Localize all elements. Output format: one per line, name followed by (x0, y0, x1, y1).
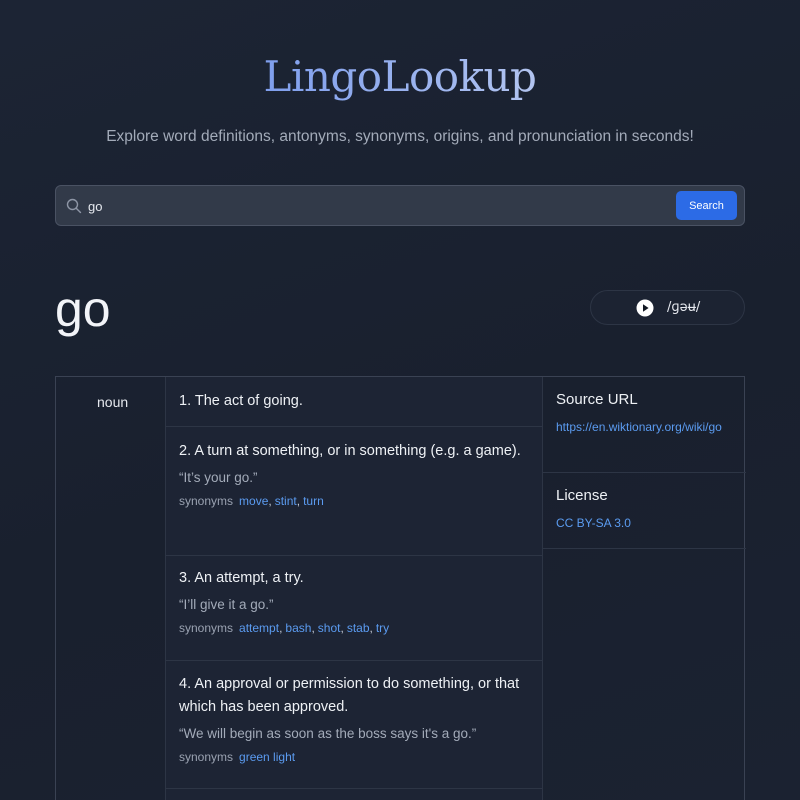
synonyms-label: synonyms (179, 494, 234, 508)
part-of-speech-label: noun (97, 394, 129, 410)
word-heading: go (55, 281, 111, 337)
synonyms-label: synonyms (179, 621, 234, 635)
search-bar: Search (55, 185, 745, 226)
part-of-speech-column: noun (56, 377, 166, 800)
definitions-column: 1. The act of going. 2. A turn at someth… (166, 377, 542, 800)
definition-item: 1. The act of going. (166, 377, 542, 427)
license-block: License CC BY-SA 3.0 (543, 473, 746, 549)
license-heading: License (556, 487, 608, 504)
definition-text: 2. A turn at something, or in something … (179, 443, 521, 459)
definition-item: 4. An approval or permission to do somet… (166, 661, 542, 789)
synonym-link[interactable]: stint (275, 494, 297, 508)
results-table: noun 1. The act of going. 2. A turn at s… (55, 376, 746, 800)
synonyms-row: synonyms move, stint, turn (179, 494, 324, 508)
synonym-link[interactable]: green light (239, 750, 295, 764)
sidebar: Source URL https://en.wiktionary.org/wik… (542, 377, 746, 800)
synonym-link[interactable]: try (376, 621, 389, 635)
search-input[interactable] (88, 194, 688, 218)
definition-example: “It’s your go.” (179, 470, 258, 485)
source-heading: Source URL (556, 391, 638, 408)
definition-example: “I’ll give it a go.” (179, 597, 274, 612)
search-icon (66, 198, 82, 214)
definition-text: 1. The act of going. (179, 393, 303, 409)
source-block: Source URL https://en.wiktionary.org/wik… (543, 377, 746, 473)
synonym-link[interactable]: shot (318, 621, 341, 635)
pronunciation-button[interactable]: /ɡəʉ/ (590, 290, 745, 325)
source-url-link[interactable]: https://en.wiktionary.org/wiki/go (556, 417, 733, 437)
tagline: Explore word definitions, antonyms, syno… (106, 128, 694, 145)
synonyms-label: synonyms (179, 750, 234, 764)
app-logo: LingoLookup (0, 52, 800, 101)
play-icon[interactable] (636, 299, 654, 317)
synonym-link[interactable]: move (239, 494, 268, 508)
definition-text: 4. An approval or permission to do somet… (179, 676, 520, 715)
license-link[interactable]: CC BY-SA 3.0 (556, 513, 733, 533)
phonetic-text: /ɡəʉ/ (667, 300, 701, 315)
synonyms-row: synonyms green light (179, 750, 530, 764)
definition-example: “We will begin as soon as the boss says … (179, 726, 477, 741)
synonym-link[interactable]: bash (285, 621, 311, 635)
synonym-link[interactable]: turn (303, 494, 324, 508)
definition-text: 3. An attempt, a try. (179, 570, 304, 586)
synonyms-row: synonyms attempt, bash, shot, stab, try (179, 621, 390, 635)
definition-item: 3. An attempt, a try. “I’ll give it a go… (166, 556, 542, 661)
search-button[interactable]: Search (676, 191, 737, 220)
synonym-link[interactable]: attempt (239, 621, 279, 635)
definition-item: 2. A turn at something, or in something … (166, 427, 542, 556)
synonym-link[interactable]: stab (347, 621, 370, 635)
